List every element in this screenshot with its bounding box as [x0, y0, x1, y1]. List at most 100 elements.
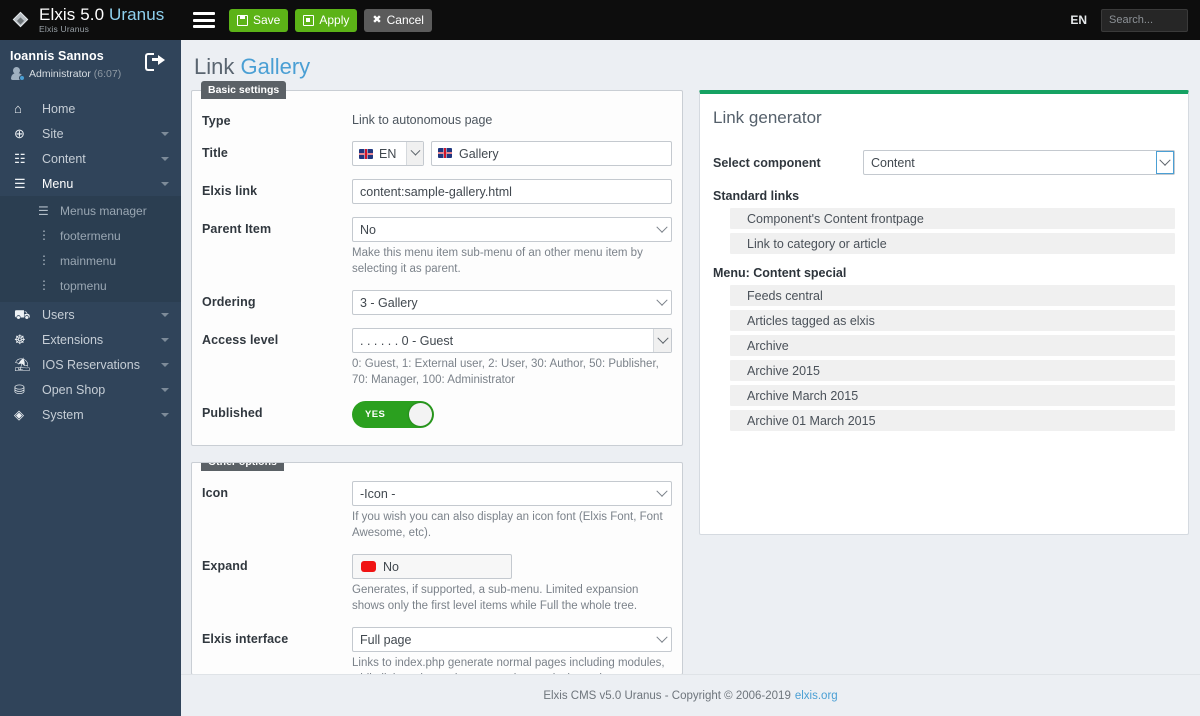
elxis-link-input[interactable] — [352, 179, 672, 204]
title-language-select[interactable]: EN — [352, 141, 424, 166]
chevron-down-icon — [161, 312, 169, 317]
sidebar-item-extensions[interactable]: ☸ Extensions — [0, 327, 181, 352]
sidebar-item-label: Menu — [42, 176, 74, 191]
chevron-down-icon — [406, 142, 423, 165]
list-item[interactable]: Archive 2015 — [730, 360, 1175, 381]
brand-title: Elxis 5.0 Uranus — [39, 4, 165, 24]
expand-toggle[interactable]: No — [352, 554, 512, 580]
uk-flag-icon — [359, 148, 373, 159]
parent-item-value: No — [360, 222, 376, 237]
sidebar-subitem-footermenu[interactable]: ⋮ footermenu — [0, 223, 181, 248]
uk-flag-icon — [438, 148, 452, 158]
language-switcher[interactable]: EN — [1070, 13, 1087, 27]
select-component-row: Select component Content — [713, 150, 1175, 175]
diamond-icon — [12, 11, 30, 29]
sidebar-submenu-menu: ☰ Menus manager ⋮ footermenu ⋮ mainmenu … — [0, 196, 181, 302]
list-item[interactable]: Archive 01 March 2015 — [730, 410, 1175, 431]
chevron-down-icon — [161, 156, 169, 161]
access-level-select[interactable]: . . . . . . 0 - Guest — [352, 328, 672, 354]
expand-label: Expand — [202, 559, 248, 574]
expand-row: Expand No Generates, if supported, a sub… — [202, 554, 672, 614]
user-session-time: (6:07) — [93, 67, 122, 80]
sidebar-subitem-mainmenu[interactable]: ⋮ mainmenu — [0, 248, 181, 273]
list-item[interactable]: Archive — [730, 335, 1175, 356]
elxis-interface-value: Full page — [360, 632, 412, 647]
list-item[interactable]: Archive March 2015 — [730, 385, 1175, 406]
list-item[interactable]: Component's Content frontpage — [730, 208, 1175, 229]
chevron-down-icon — [161, 181, 169, 186]
ordering-label: Ordering — [202, 295, 256, 310]
sidebar: Ioannis Sannos Administrator (6:07) ⌂ Ho… — [0, 40, 181, 716]
expand-hint: Generates, if supported, a sub-menu. Lim… — [352, 584, 639, 612]
footer-text: Elxis CMS v5.0 Uranus - Copyright © 2006… — [543, 689, 791, 702]
select-component-label: Select component — [713, 155, 821, 170]
logout-icon[interactable] — [145, 52, 167, 74]
right-column: Link generator Select component Content … — [699, 90, 1189, 691]
sidebar-item-menu[interactable]: ☰ Menu — [0, 171, 181, 196]
title-input[interactable] — [431, 141, 672, 166]
brand-block[interactable]: Elxis 5.0 Uranus Elxis Uranus — [0, 0, 181, 40]
select-component-select[interactable]: Content — [863, 150, 1175, 175]
chevron-down-icon — [653, 628, 671, 651]
list-item[interactable]: Feeds central — [730, 285, 1175, 306]
ordering-select[interactable]: 3 - Gallery — [352, 290, 672, 316]
sidebar-item-users[interactable]: ⛟ Users — [0, 302, 181, 327]
chevron-down-icon — [161, 362, 169, 367]
parent-item-hint: Make this menu item sub-menu of an other… — [352, 247, 643, 275]
sidebar-subitem-menus-manager[interactable]: ☰ Menus manager — [0, 198, 181, 223]
cancel-button[interactable]: ✖ Cancel — [364, 8, 432, 32]
apply-button-label: Apply — [319, 13, 350, 27]
list-item[interactable]: Link to category or article — [730, 233, 1175, 254]
user-role: Administrator (6:07) — [29, 68, 121, 80]
type-value: Link to autonomous page — [352, 113, 493, 127]
page-title-accent: Gallery — [240, 54, 311, 79]
sidebar-subitem-topmenu[interactable]: ⋮ topmenu — [0, 273, 181, 298]
title-label: Title — [202, 146, 228, 160]
brand-title-accent: Uranus — [108, 4, 165, 24]
sidebar-item-home[interactable]: ⌂ Home — [0, 96, 181, 121]
save-button[interactable]: Save — [229, 8, 289, 32]
access-level-hint: 0: Guest, 1: External user, 2: User, 30:… — [352, 358, 659, 386]
user-role-label: Administrator — [29, 67, 91, 80]
vertical-dots-icon: ⋮ — [38, 253, 50, 268]
title-row: Title EN — [202, 141, 672, 166]
sidebar-item-open-shop[interactable]: ⛁ Open Shop — [0, 377, 181, 402]
elxis-interface-select[interactable]: Full page — [352, 627, 672, 653]
sidebar-subitem-label: Menus manager — [60, 203, 147, 218]
admin-page: Elxis 5.0 Uranus Elxis Uranus Save Apply… — [0, 0, 1200, 716]
sidebar-item-content[interactable]: ☷ Content — [0, 146, 181, 171]
sidebar-subitem-label: topmenu — [60, 278, 107, 293]
sidebar-nav: ⌂ Home ⊕ Site ☷ Content ☰ Menu ☰ Menus m… — [0, 92, 181, 427]
sidebar-item-system[interactable]: ◈ System — [0, 402, 181, 427]
elxis-interface-label: Elxis interface — [202, 632, 289, 647]
published-toggle[interactable]: YES — [352, 401, 434, 429]
chevron-down-icon — [161, 131, 169, 136]
icon-value: -Icon - — [360, 486, 396, 501]
topbar-right: EN — [1070, 8, 1200, 32]
umbrella-icon: ⛱ — [14, 357, 31, 372]
search-input[interactable] — [1101, 8, 1188, 32]
select-component-value: Content — [871, 155, 915, 170]
icon-row: Icon -Icon - If you wish you can also di… — [202, 481, 672, 541]
parent-item-select[interactable]: No — [352, 217, 672, 242]
left-column: Basic settings Type Link to autonomous p… — [191, 81, 683, 691]
list-item[interactable]: Articles tagged as elxis — [730, 310, 1175, 331]
access-level-label: Access level — [202, 333, 279, 348]
brand-title-prefix: Elxis 5.0 — [39, 4, 109, 24]
special-links-heading: Menu: Content special — [713, 266, 847, 280]
chevron-down-icon — [161, 387, 169, 392]
access-level-row: Access level . . . . . . 0 - Guest 0: Gu… — [202, 328, 672, 388]
icon-select[interactable]: -Icon - — [352, 481, 672, 507]
floppy-icon — [237, 14, 248, 26]
hamburger-icon[interactable] — [193, 12, 215, 28]
sidebar-item-ios-reservations[interactable]: ⛱ IOS Reservations — [0, 352, 181, 377]
sidebar-item-label: System — [42, 407, 84, 422]
sidebar-item-site[interactable]: ⊕ Site — [0, 121, 181, 146]
other-options-legend: Other options — [201, 463, 284, 472]
apply-icon — [303, 14, 315, 26]
link-generator-card: Link generator Select component Content … — [699, 90, 1189, 535]
chevron-down-icon — [161, 412, 169, 417]
footer-link[interactable]: elxis.org — [795, 690, 838, 702]
apply-button[interactable]: Apply — [295, 8, 358, 32]
sidebar-item-label: Users — [42, 307, 75, 322]
